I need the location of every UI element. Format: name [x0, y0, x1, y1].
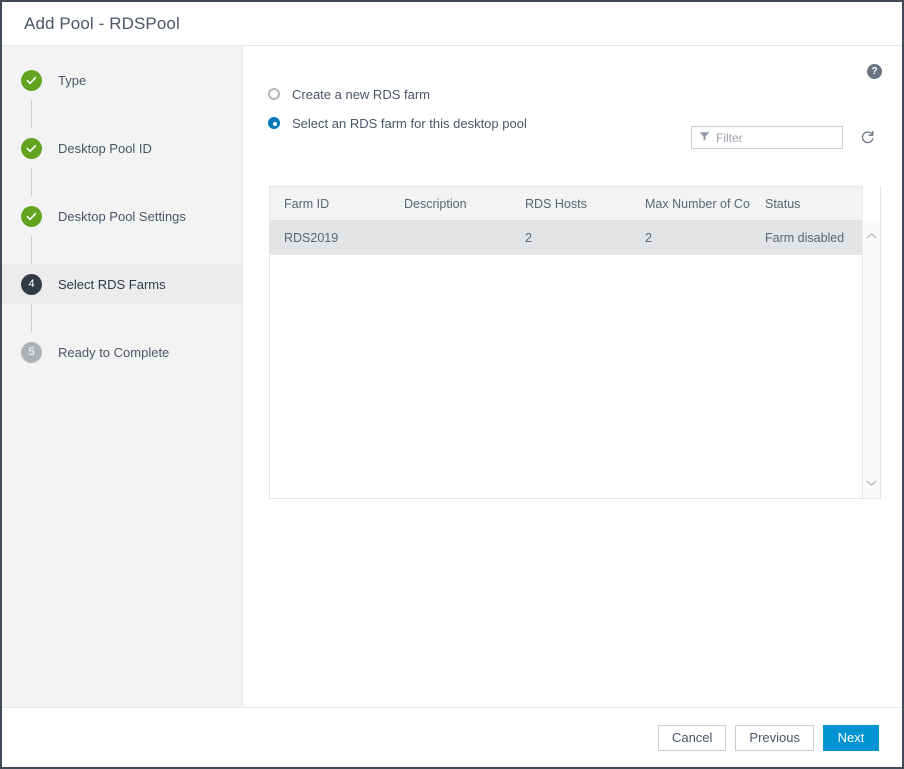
- column-header-description[interactable]: Description: [390, 197, 511, 211]
- table-toolbar: [691, 126, 876, 149]
- window-titlebar: Add Pool - RDSPool: [2, 2, 902, 46]
- sidebar-step-select-rds-farms[interactable]: 4 Select RDS Farms: [2, 264, 242, 304]
- help-icon[interactable]: ?: [867, 64, 882, 79]
- column-header-max-number-of-connections[interactable]: Max Number of Co...: [631, 197, 751, 211]
- table-body: RDS2019 2 2 Farm disabled: [270, 221, 880, 498]
- previous-button[interactable]: Previous: [735, 725, 814, 751]
- column-header-farm-id[interactable]: Farm ID: [270, 197, 390, 211]
- filter-input[interactable]: [716, 131, 871, 145]
- sidebar-step-label: Desktop Pool ID: [58, 141, 152, 156]
- step-number-badge: 5: [21, 342, 42, 363]
- farm-source-radio-group: Create a new RDS farm Select an RDS farm…: [243, 46, 902, 135]
- sidebar-step-label: Desktop Pool Settings: [58, 209, 186, 224]
- step-connector: [31, 100, 32, 128]
- chevron-up-icon[interactable]: [866, 227, 877, 245]
- sidebar-step-desktop-pool-settings[interactable]: Desktop Pool Settings: [2, 196, 242, 236]
- cancel-button[interactable]: Cancel: [658, 725, 726, 751]
- radio-label: Create a new RDS farm: [292, 87, 430, 102]
- radio-button-selected[interactable]: [268, 117, 280, 129]
- table-vertical-scrollbar[interactable]: [862, 221, 880, 498]
- sidebar-step-type[interactable]: Type: [2, 60, 242, 100]
- column-header-status[interactable]: Status: [751, 197, 861, 211]
- cell-max-number-of-connections: 2: [631, 231, 751, 245]
- check-icon: [21, 206, 42, 227]
- step-connector: [31, 168, 32, 196]
- sidebar-step-label: Type: [58, 73, 86, 88]
- table-row[interactable]: RDS2019 2 2 Farm disabled: [270, 221, 862, 255]
- check-icon: [21, 138, 42, 159]
- header-scrollbar-spacer: [862, 186, 880, 221]
- wizard-main-panel: ? Create a new RDS farm Select an RDS fa…: [243, 46, 902, 707]
- cell-farm-id: RDS2019: [270, 231, 390, 245]
- sidebar-step-label: Ready to Complete: [58, 345, 169, 360]
- chevron-down-icon[interactable]: [866, 474, 877, 492]
- table-header-row: Farm ID Description RDS Hosts Max Number…: [270, 186, 880, 221]
- filter-funnel-icon: [699, 129, 710, 147]
- cell-status: Farm disabled: [751, 231, 861, 245]
- cell-rds-hosts: 2: [511, 231, 631, 245]
- sidebar-step-label: Select RDS Farms: [58, 277, 166, 292]
- step-connector: [31, 304, 32, 332]
- wizard-step-sidebar: Type Desktop Pool ID Desktop Pool Settin…: [2, 46, 243, 707]
- sidebar-step-ready-to-complete[interactable]: 5 Ready to Complete: [2, 332, 242, 372]
- column-header-rds-hosts[interactable]: RDS Hosts: [511, 197, 631, 211]
- next-button[interactable]: Next: [823, 725, 879, 751]
- step-number-badge: 4: [21, 274, 42, 295]
- step-connector: [31, 236, 32, 264]
- rds-farms-table: Farm ID Description RDS Hosts Max Number…: [269, 186, 881, 499]
- refresh-icon[interactable]: [859, 129, 876, 146]
- table-rows-container: RDS2019 2 2 Farm disabled: [270, 221, 862, 498]
- radio-create-new-rds-farm[interactable]: Create a new RDS farm: [268, 82, 902, 106]
- radio-button-unselected[interactable]: [268, 88, 280, 100]
- wizard-body: Type Desktop Pool ID Desktop Pool Settin…: [2, 46, 902, 707]
- window-title: Add Pool - RDSPool: [24, 14, 180, 34]
- wizard-footer: Cancel Previous Next: [2, 707, 902, 767]
- filter-field-wrapper[interactable]: [691, 126, 843, 149]
- add-pool-wizard-window: Add Pool - RDSPool Type Desktop Pool ID: [0, 0, 904, 769]
- radio-label: Select an RDS farm for this desktop pool: [292, 116, 527, 131]
- sidebar-step-desktop-pool-id[interactable]: Desktop Pool ID: [2, 128, 242, 168]
- check-icon: [21, 70, 42, 91]
